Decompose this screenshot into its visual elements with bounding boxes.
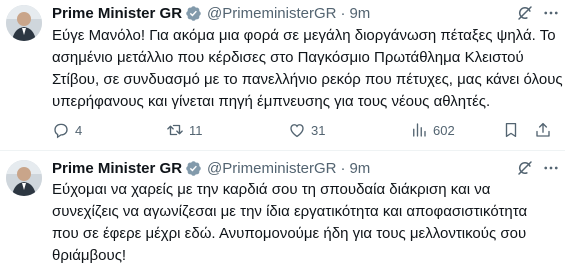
tweet-text-line: θριάμβους! <box>52 247 127 264</box>
share-icon <box>536 122 550 137</box>
avatar[interactable] <box>6 5 42 41</box>
tweet-text-line: Εύγε Μανόλο! Για ακόμα μια φορά σε μεγάλ… <box>52 27 556 44</box>
tweet-text-line: Εύχομαι να χαρείς με την καρδιά σου τη σ… <box>52 181 491 198</box>
repost-count: 11 <box>189 122 203 138</box>
reply-button[interactable]: 4 <box>52 120 82 140</box>
grok-icon[interactable] <box>515 158 535 178</box>
bookmark-button[interactable] <box>502 120 525 140</box>
like-icon <box>290 124 304 138</box>
like-button[interactable]: 31 <box>288 120 325 140</box>
timestamp[interactable]: 9m <box>349 160 370 177</box>
repost-icon <box>167 124 183 136</box>
separator-dot: · <box>340 4 346 22</box>
verified-badge-icon[interactable] <box>185 160 202 177</box>
views-count: 602 <box>433 122 455 138</box>
author-handle[interactable]: @PrimeministerGR <box>207 160 336 177</box>
more-icon[interactable] <box>541 158 561 178</box>
action-bar: 4 11 31 602 <box>52 120 552 140</box>
views-button[interactable]: 602 <box>410 120 455 140</box>
tweet-text: Εύχομαι να χαρείς με την καρδιά σου τη σ… <box>52 179 557 267</box>
tweet-text-line: συνεχίζεις να αγωνίζεσαι με την ίδια εργ… <box>52 203 528 220</box>
author-name[interactable]: Prime Minister GR <box>52 160 182 177</box>
separator-dot: · <box>340 159 346 177</box>
grok-icon[interactable] <box>515 3 535 23</box>
repost-button[interactable]: 11 <box>166 120 203 140</box>
verified-badge-icon[interactable] <box>185 5 202 22</box>
tweet-header: Prime Minister GR @PrimeministerGR · 9m <box>52 3 525 23</box>
tweet[interactable]: Prime Minister GR @PrimeministerGR · 9m … <box>0 151 565 267</box>
reply-count: 4 <box>75 122 83 138</box>
share-button[interactable] <box>534 120 557 140</box>
tweet-text: Εύγε Μανόλο! Για ακόμα μια φορά σε μεγάλ… <box>52 25 563 113</box>
author-name[interactable]: Prime Minister GR <box>52 5 182 22</box>
tweet-text-line: υπερήφανους και γίνεται πηγή έμπνευσης γ… <box>52 93 491 110</box>
tweet-text-line: ασημένιο μετάλλιο που κέρδισες στο Παγκό… <box>52 49 524 66</box>
tweet-header: Prime Minister GR @PrimeministerGR · 9m <box>52 158 525 178</box>
tweet-text-line: που σε έφερε μέχρι εδώ. Ανυπομονούμε ήδη… <box>52 225 527 242</box>
reply-icon <box>54 123 68 139</box>
tweet-text-line: Στίβου, σε συνδυασμό με το πανελλήνιο ρε… <box>52 71 563 88</box>
like-count: 31 <box>311 122 326 138</box>
views-icon <box>413 123 426 137</box>
tweet[interactable]: Prime Minister GR @PrimeministerGR · 9m … <box>0 0 565 151</box>
avatar[interactable] <box>6 160 42 196</box>
author-handle[interactable]: @PrimeministerGR <box>207 5 336 22</box>
more-icon[interactable] <box>541 3 561 23</box>
bookmark-icon <box>505 122 517 138</box>
timestamp[interactable]: 9m <box>349 5 370 22</box>
